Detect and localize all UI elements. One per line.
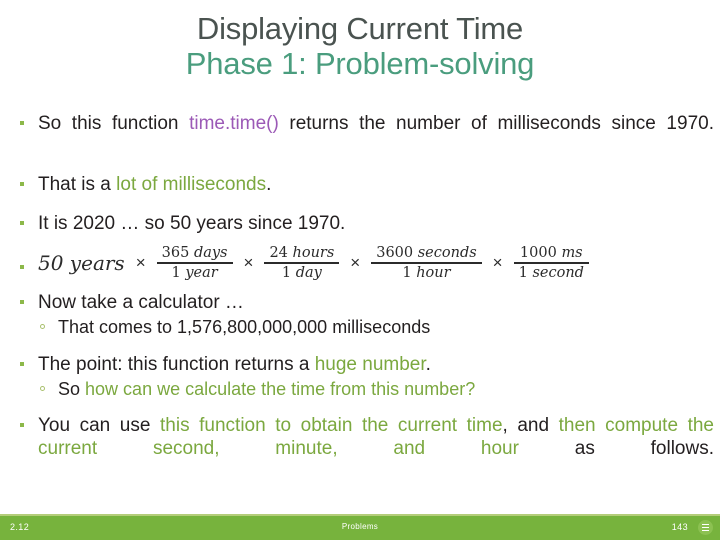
multiply-icon: ×: [243, 252, 254, 272]
bullet-1-text-part1: So this function: [38, 113, 190, 134]
fraction-numerator-unit: seconds: [417, 244, 477, 261]
page-title: Displaying Current Time Phase 1: Problem…: [40, 11, 680, 81]
sub-bullet-4-text: That comes to 1,576,800,000,000 millisec…: [58, 317, 431, 338]
fraction-denominator-unit: year: [185, 264, 218, 281]
fraction-numerator: 1000 ms: [515, 245, 588, 263]
footer-page-number: 143: [671, 522, 688, 532]
bullet-6-text-part3: as follows.: [518, 438, 714, 460]
multiply-icon: ×: [492, 252, 503, 272]
fraction-numerator-value: 24: [269, 244, 288, 261]
bullet-2-text-part1: That is a: [38, 174, 117, 196]
bullet-2-highlight: lot of milliseconds: [116, 174, 267, 196]
fraction-numerator-value: 1000: [519, 244, 557, 261]
fraction-numerator-unit: ms: [561, 244, 583, 261]
fraction-denominator: 1 year: [166, 264, 222, 282]
fraction-numerator-value: 365: [161, 244, 190, 261]
bullet-item-5: The point: this function returns a huge …: [14, 353, 714, 376]
fraction-denominator: 1 second: [514, 264, 589, 282]
bullet-1-code-token: time.time(): [189, 113, 279, 134]
footer-section-title: Problems: [341, 522, 379, 531]
fraction-numerator: 24 hours: [264, 245, 339, 263]
fraction-denominator-value: 1: [402, 264, 412, 281]
bullet-marker-icon: [20, 121, 24, 125]
bullet-6-text-part2: , and: [502, 415, 559, 437]
fraction-numerator: 365 days: [157, 245, 233, 263]
fraction-numerator-value: 3600: [376, 244, 414, 261]
bullet-6-highlight-1: this function to obtain the current time: [160, 415, 503, 437]
bullet-5-text-part1: The point: this function returns a: [38, 353, 315, 375]
bullet-4-text: Now take a calculator …: [38, 292, 244, 314]
fraction-days-per-year: 365 days 1 year: [156, 245, 233, 282]
bullet-marker-icon: [20, 423, 24, 428]
menu-line: [702, 526, 709, 529]
menu-line: [702, 529, 709, 532]
sub-bullet-5-text-part1: So: [58, 378, 86, 399]
bullet-marker-icon: [20, 220, 24, 225]
equation-lead-term: 50 years: [38, 250, 125, 275]
title-subtitle-line: Phase 1: Problem-solving: [185, 45, 535, 81]
fraction-seconds-per-hour: 3600 seconds 1 hour: [371, 245, 482, 282]
multiply-icon: ×: [135, 252, 146, 272]
bullet-6-text-part1: You can use: [38, 415, 160, 437]
fraction-numerator-unit: days: [193, 244, 228, 261]
fraction-denominator-value: 1: [171, 264, 181, 281]
bullet-5-highlight: huge number: [314, 353, 426, 375]
fraction-numerator-unit: hours: [292, 244, 335, 261]
bullet-marker-icon: [20, 361, 24, 366]
fraction-denominator: 1 day: [277, 264, 327, 282]
slide: Displaying Current Time Phase 1: Problem…: [0, 0, 720, 540]
sub-bullet-item-5: So how can we calculate the time from th…: [14, 378, 714, 400]
bullet-item-4: Now take a calculator …: [14, 291, 714, 314]
fraction-denominator-value: 1: [281, 264, 292, 281]
fraction-numerator: 3600 seconds: [371, 245, 481, 263]
fraction-denominator-unit: hour: [416, 264, 451, 281]
bullet-item-1: So this function time.time() returns the…: [14, 112, 714, 158]
bullet-1-text-part2: returns the number of milliseconds since…: [278, 113, 714, 134]
sub-bullet-marker-icon: [40, 324, 45, 330]
slide-body: So this function time.time() returns the…: [14, 112, 714, 493]
bullet-marker-icon: [20, 182, 24, 187]
sub-bullet-5-highlight: how can we calculate the time from this …: [85, 378, 476, 399]
multiply-icon: ×: [350, 252, 361, 272]
bullet-item-equation: 50 years × 365 days 1 year × 24 hours 1 …: [14, 245, 714, 281]
title-main-line: Displaying Current Time: [196, 11, 524, 46]
fraction-denominator-unit: day: [295, 264, 322, 281]
sub-bullet-marker-icon: [40, 385, 45, 391]
bullet-2-text-part2: .: [266, 174, 272, 196]
bullet-marker-icon: [20, 264, 24, 269]
bullet-marker-icon: [20, 300, 24, 305]
fraction-hours-per-day: 24 hours 1 day: [264, 245, 340, 282]
fraction-denominator-value: 1: [518, 264, 528, 281]
bullet-item-6: You can use this function to obtain the …: [14, 414, 714, 484]
sub-bullet-item-4: That comes to 1,576,800,000,000 millisec…: [14, 316, 714, 338]
bullet-3-text: It is 2020 … so 50 years since 1970.: [38, 212, 346, 234]
footer-bar: 2.12 Problems 143: [0, 516, 720, 540]
bullet-5-text-part2: .: [425, 353, 431, 375]
bullet-item-2: That is a lot of milliseconds.: [14, 173, 714, 196]
fraction-denominator: 1 hour: [397, 264, 455, 282]
fraction-denominator-unit: second: [532, 264, 584, 281]
bullet-item-3: It is 2020 … so 50 years since 1970.: [14, 212, 714, 235]
fraction-ms-per-second: 1000 ms 1 second: [513, 245, 589, 282]
menu-line: [702, 523, 709, 526]
unit-conversion-equation: 50 years × 365 days 1 year × 24 hours 1 …: [38, 245, 714, 281]
menu-lines-icon[interactable]: [698, 520, 713, 535]
